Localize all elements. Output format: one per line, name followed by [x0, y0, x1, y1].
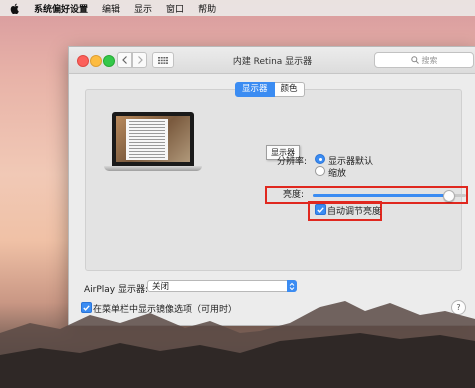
select-arrows-icon: [287, 280, 297, 292]
menu-app-name[interactable]: 系统偏好设置: [34, 2, 88, 15]
airplay-select[interactable]: 关闭: [147, 280, 297, 292]
preferences-window: 内建 Retina 显示器 搜索 显示器 分辨率: 显示器默认 缩放 亮度: 自…: [68, 46, 475, 326]
menu-item-window[interactable]: 窗口: [166, 2, 184, 15]
menu-item-view[interactable]: 显示: [134, 2, 152, 15]
radio-scaled[interactable]: [315, 166, 325, 176]
search-icon: [410, 56, 419, 64]
airplay-select-value: 关闭: [152, 282, 170, 292]
radio-default-for-display[interactable]: [315, 154, 325, 164]
brightness-slider-fill: [313, 194, 448, 197]
desktop-wallpaper-mountain: [0, 301, 475, 388]
tab-bar: 显示器 颜色: [235, 82, 305, 97]
display-panel: 显示器 分辨率: 显示器默认 缩放 亮度: 自动调节亮度: [85, 89, 468, 271]
resolution-label: 分辨率:: [277, 157, 308, 167]
checkmark-icon: [317, 206, 324, 213]
menu-item-help[interactable]: 帮助: [198, 2, 216, 15]
title-bar: 内建 Retina 显示器 搜索: [69, 47, 475, 74]
auto-brightness-checkbox[interactable]: [315, 204, 326, 215]
search-field[interactable]: 搜索: [374, 52, 474, 68]
brightness-slider-knob[interactable]: [442, 190, 455, 202]
apple-icon[interactable]: [10, 3, 20, 14]
tab-display[interactable]: 显示器: [235, 82, 275, 97]
menu-item-edit[interactable]: 编辑: [102, 2, 120, 15]
option-scaled[interactable]: 缩放: [328, 166, 346, 179]
search-placeholder: 搜索: [421, 55, 438, 65]
brightness-slider[interactable]: [313, 190, 466, 202]
auto-brightness-label[interactable]: 自动调节亮度: [327, 204, 381, 217]
brightness-label: 亮度:: [283, 190, 305, 200]
tab-color[interactable]: 颜色: [274, 82, 305, 97]
menu-bar: 系统偏好设置 编辑 显示 窗口 帮助: [0, 0, 475, 16]
